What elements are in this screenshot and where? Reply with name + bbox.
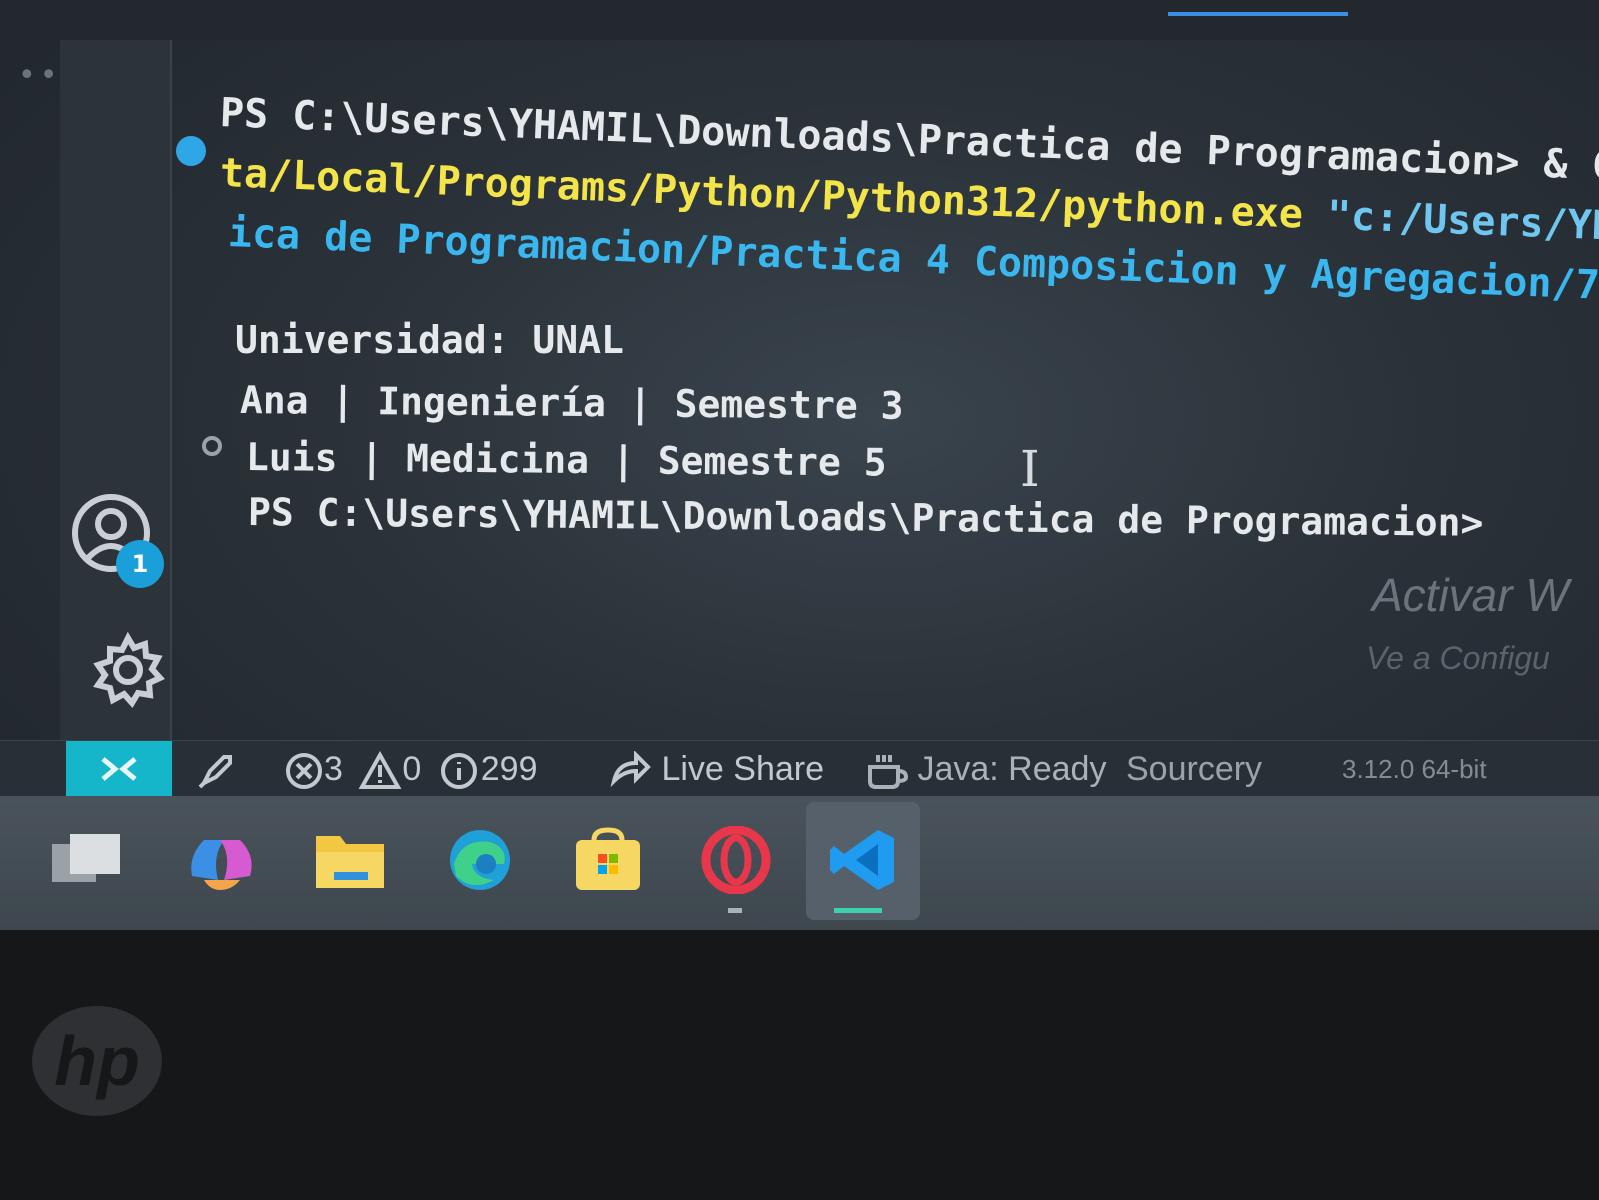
activation-watermark-title: Activar W (1372, 569, 1569, 621)
warning-count: 0 (402, 750, 422, 788)
windows-taskbar (0, 796, 1599, 930)
terminal-output-line: Luis | Medicina | Semestre 5 (245, 435, 887, 485)
python-version[interactable]: 3.12.0 64-bit (1342, 747, 1487, 791)
command-pending-decoration[interactable] (202, 436, 222, 456)
remote-icon (101, 757, 137, 781)
live-share-label: Live Share (661, 750, 824, 788)
problems-indicator[interactable]: 3 0 299 (284, 747, 537, 791)
info-icon (440, 753, 477, 790)
text-cursor-icon: I (1020, 440, 1040, 498)
edge-icon[interactable] (442, 826, 518, 894)
active-app-indicator (834, 908, 882, 913)
gear-icon[interactable] (88, 630, 168, 710)
active-panel-tab-indicator (1168, 12, 1348, 16)
terminal-output-line: Universidad: UNAL (235, 318, 624, 362)
task-view-icon[interactable] (48, 826, 124, 894)
opera-icon[interactable] (698, 826, 774, 894)
hp-logo: hp (32, 1006, 162, 1116)
laptop-bezel: hp (0, 930, 1599, 1200)
terminal-final-prompt: PS C:\Users\YHAMIL\Downloads\Practica de… (247, 490, 1484, 545)
command-success-decoration[interactable] (176, 136, 206, 166)
warning-icon (358, 751, 402, 790)
live-share-icon (610, 751, 651, 788)
java-icon (868, 755, 908, 790)
microsoft-store-icon[interactable] (570, 826, 646, 894)
file-explorer-icon[interactable] (312, 826, 388, 894)
error-icon (286, 753, 322, 790)
activation-watermark-subtitle: Ve a Configu (1366, 640, 1550, 676)
remote-indicator-button[interactable] (66, 741, 172, 797)
rocket-icon[interactable] (196, 747, 236, 791)
live-share-button[interactable]: Live Share (608, 747, 824, 791)
accounts-badge: 1 (116, 540, 164, 588)
copilot-icon[interactable] (184, 826, 260, 894)
vscode-icon[interactable] (826, 826, 902, 894)
running-app-indicator (728, 908, 742, 913)
script-path-start: "c:/Users/YH (1302, 191, 1599, 250)
terminal-panel[interactable]: PS C:\Users\YHAMIL\Downloads\Practica de… (180, 50, 1599, 740)
error-count: 3 (324, 750, 343, 788)
vscode-window: ••• 1 PS C:\Users\YHAMIL\Downloads\Pract… (0, 0, 1599, 930)
status-bar: 3 0 299 Live Share Java: Ready Sourcery … (0, 740, 1599, 797)
java-status-label: Java: Ready (917, 750, 1107, 788)
info-count: 299 (480, 750, 538, 788)
sourcery-status[interactable]: Sourcery (1126, 747, 1262, 791)
terminal-output-line: Ana | Ingeniería | Semestre 3 (239, 378, 904, 428)
java-status[interactable]: Java: Ready (864, 747, 1106, 791)
panel-header (0, 0, 1599, 40)
